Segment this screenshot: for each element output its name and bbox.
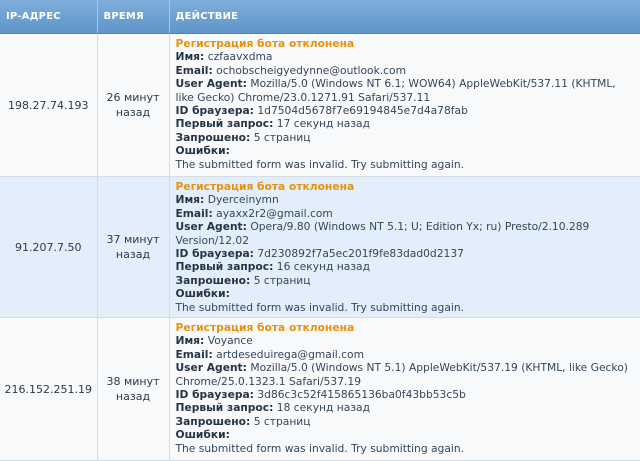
action-title: Регистрация бота отклонена bbox=[175, 321, 355, 334]
action-cell: Регистрация бота отклонена Имя: Voyance … bbox=[169, 317, 640, 461]
email-line: Email: ayaxx2r2@gmail.com bbox=[176, 207, 637, 220]
user-agent-line: User Agent: Mozilla/5.0 (Windows NT 6.1;… bbox=[176, 77, 637, 104]
first-request-value: 18 секунд назад bbox=[276, 401, 370, 415]
errors-line: Ошибки: bbox=[176, 287, 637, 300]
browser-id-value: 7d230892f7a5ec201f9fe83dad0d2137 bbox=[257, 247, 464, 261]
ip-cell: 216.152.251.19 bbox=[0, 317, 98, 461]
action-cell: Регистрация бота отклонена Имя: czfaavxd… bbox=[169, 33, 640, 177]
name-line: Имя: Dyerceinymn bbox=[176, 193, 637, 206]
name-value: Dyerceinymn bbox=[207, 193, 279, 207]
errors-label: Ошибки: bbox=[175, 428, 230, 442]
name-line: Имя: Voyance bbox=[176, 334, 637, 347]
browser-id-line: ID браузера: 7d230892f7a5ec201f9fe83dad0… bbox=[176, 247, 637, 260]
first-request-label: Первый запрос: bbox=[175, 401, 274, 415]
email-value: artdeseduirega@gmail.com bbox=[216, 347, 364, 361]
time-suffix: назад bbox=[115, 248, 151, 261]
user-agent-label: User Agent: bbox=[175, 361, 247, 375]
name-label: Имя: bbox=[175, 193, 205, 207]
time-value: 37 минут bbox=[106, 233, 160, 246]
action-cell: Регистрация бота отклонена Имя: Dyercein… bbox=[169, 176, 640, 318]
spam-log-table: IP-АДРЕС ВРЕМЯ ДЕЙСТВИЕ 198.27.74.193 26… bbox=[0, 0, 640, 461]
user-agent-line: User Agent: Opera/9.80 (Windows NT 5.1; … bbox=[176, 220, 637, 247]
requested-label: Запрошено: bbox=[175, 130, 251, 144]
requested-line: Запрошено: 5 страниц bbox=[176, 274, 637, 287]
first-request-line: Первый запрос: 16 секунд назад bbox=[176, 260, 637, 273]
header-row: IP-АДРЕС ВРЕМЯ ДЕЙСТВИЕ bbox=[0, 0, 640, 34]
browser-id-value: 1d7504d5678f7e69194845e7d4a78fab bbox=[257, 104, 468, 118]
time-suffix: назад bbox=[115, 106, 151, 119]
browser-id-line: ID браузера: 3d86c3c52f415865136ba0f43bb… bbox=[176, 388, 637, 401]
time-value: 38 минут bbox=[106, 375, 160, 388]
email-label: Email: bbox=[175, 63, 213, 77]
name-label: Имя: bbox=[175, 334, 205, 348]
ip-cell: 198.27.74.193 bbox=[0, 33, 98, 177]
table-body: 198.27.74.193 26 минут назад Регистрация… bbox=[0, 33, 640, 461]
requested-line: Запрошено: 5 страниц bbox=[176, 415, 637, 428]
requested-label: Запрошено: bbox=[175, 414, 251, 428]
time-cell: 26 минут назад bbox=[97, 33, 170, 177]
first-request-line: Первый запрос: 17 секунд назад bbox=[176, 117, 637, 130]
name-value: czfaavxdma bbox=[207, 50, 273, 64]
errors-label: Ошибки: bbox=[175, 144, 230, 158]
time-cell: 38 минут назад bbox=[97, 317, 170, 461]
first-request-value: 17 секунд назад bbox=[276, 117, 370, 131]
errors-line: Ошибки: bbox=[176, 144, 637, 157]
requested-line: Запрошено: 5 страниц bbox=[176, 131, 637, 144]
table-row: 216.152.251.19 38 минут назад Регистраци… bbox=[0, 317, 640, 461]
browser-id-label: ID браузера: bbox=[175, 104, 254, 118]
first-request-label: Первый запрос: bbox=[175, 260, 274, 274]
browser-id-label: ID браузера: bbox=[175, 388, 254, 402]
error-message: The submitted form was invalid. Try subm… bbox=[175, 300, 465, 314]
table-row: 198.27.74.193 26 минут назад Регистрация… bbox=[0, 33, 640, 177]
email-label: Email: bbox=[175, 206, 213, 220]
browser-id-value: 3d86c3c52f415865136ba0f43bb53c5b bbox=[257, 388, 466, 402]
user-agent-line: User Agent: Mozilla/5.0 (Windows NT 5.1)… bbox=[176, 361, 637, 388]
time-suffix: назад bbox=[115, 390, 151, 403]
first-request-line: Первый запрос: 18 секунд назад bbox=[176, 401, 637, 414]
column-header-time[interactable]: ВРЕМЯ bbox=[97, 0, 170, 34]
time-value: 26 минут bbox=[106, 91, 160, 104]
name-label: Имя: bbox=[175, 50, 205, 64]
email-line: Email: ochobscheigyedynne@outlook.com bbox=[176, 64, 637, 77]
user-agent-label: User Agent: bbox=[175, 77, 247, 91]
name-line: Имя: czfaavxdma bbox=[176, 50, 637, 63]
error-message: The submitted form was invalid. Try subm… bbox=[175, 157, 465, 171]
email-label: Email: bbox=[175, 347, 213, 361]
table-header: IP-АДРЕС ВРЕМЯ ДЕЙСТВИЕ bbox=[0, 0, 640, 34]
time-cell: 37 минут назад bbox=[97, 176, 170, 318]
email-value: ayaxx2r2@gmail.com bbox=[216, 206, 333, 220]
browser-id-line: ID браузера: 1d7504d5678f7e69194845e7d4a… bbox=[176, 104, 637, 117]
error-message: The submitted form was invalid. Try subm… bbox=[175, 441, 465, 455]
table-row: 91.207.7.50 37 минут назад Регистрация б… bbox=[0, 176, 640, 318]
requested-label: Запрошено: bbox=[175, 273, 251, 287]
column-header-ip[interactable]: IP-АДРЕС bbox=[0, 0, 98, 34]
errors-line: Ошибки: bbox=[176, 428, 637, 441]
column-header-action[interactable]: ДЕЙСТВИЕ bbox=[169, 0, 640, 34]
first-request-value: 16 секунд назад bbox=[276, 260, 370, 274]
user-agent-label: User Agent: bbox=[175, 220, 247, 234]
action-title: Регистрация бота отклонена bbox=[175, 180, 355, 193]
browser-id-label: ID браузера: bbox=[175, 247, 254, 261]
errors-label: Ошибки: bbox=[175, 287, 230, 301]
requested-value: 5 страниц bbox=[253, 273, 311, 287]
email-value: ochobscheigyedynne@outlook.com bbox=[216, 63, 406, 77]
first-request-label: Первый запрос: bbox=[175, 117, 274, 131]
name-value: Voyance bbox=[207, 334, 253, 348]
requested-value: 5 страниц bbox=[253, 414, 311, 428]
email-line: Email: artdeseduirega@gmail.com bbox=[176, 348, 637, 361]
ip-cell: 91.207.7.50 bbox=[0, 176, 98, 318]
action-title: Регистрация бота отклонена bbox=[175, 37, 355, 50]
requested-value: 5 страниц bbox=[253, 130, 311, 144]
